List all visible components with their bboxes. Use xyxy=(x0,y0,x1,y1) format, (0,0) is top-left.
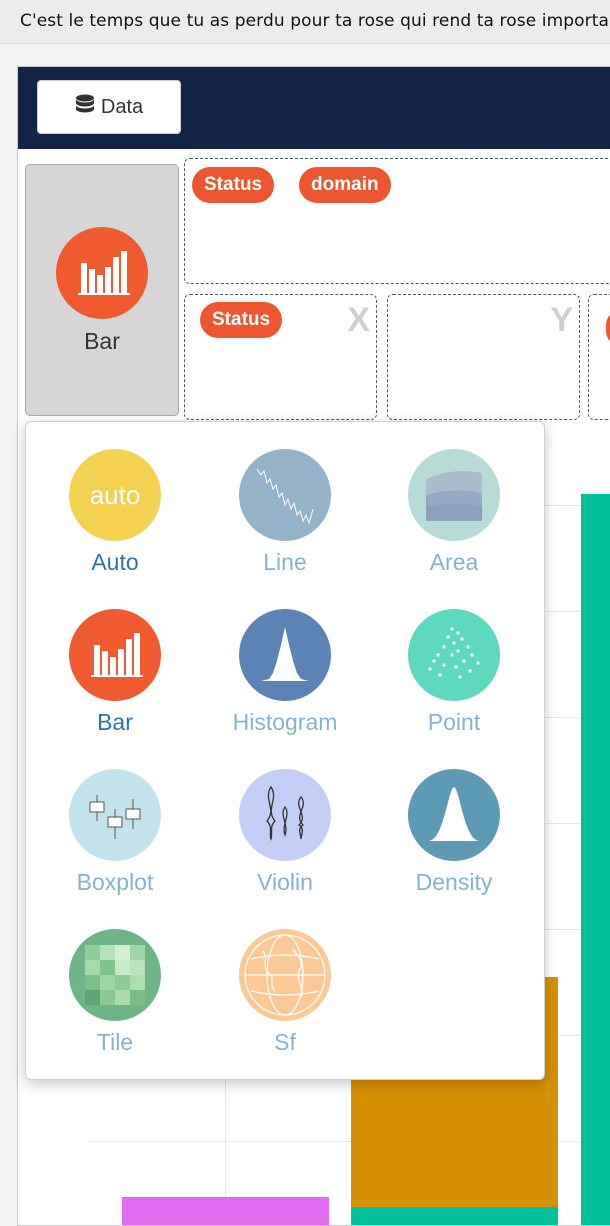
geom-option-tile[interactable]: Tile xyxy=(40,929,190,1069)
geom-option-label: Boxplot xyxy=(76,869,154,895)
bar-chart-icon xyxy=(69,609,161,701)
geom-option-label: Auto xyxy=(91,549,139,575)
histogram-icon xyxy=(239,609,331,701)
chart-bar xyxy=(122,1197,329,1225)
navbar: Data xyxy=(18,67,610,149)
fill-dropzone[interactable] xyxy=(588,294,610,420)
bar-chart-icon xyxy=(56,227,148,324)
density-icon xyxy=(408,769,500,861)
group-dropzone[interactable]: Status domain xyxy=(184,158,610,284)
geom-option-label: Line xyxy=(263,549,307,575)
geom-option-label: Point xyxy=(427,709,481,735)
line-chart-icon xyxy=(239,449,331,541)
variable-pill[interactable]: Status xyxy=(200,302,283,338)
variable-pill[interactable]: domain xyxy=(299,167,391,203)
geom-option-auto[interactable]: auto Auto xyxy=(40,449,190,589)
geom-option-bar[interactable]: Bar xyxy=(40,609,190,749)
data-button-label: Data xyxy=(100,95,144,118)
area-chart-icon xyxy=(408,449,500,541)
data-button[interactable]: Data xyxy=(37,80,181,134)
geom-menu: auto Auto Line Area Bar Histogram Point … xyxy=(25,421,545,1080)
geom-option-label: Density xyxy=(415,869,493,895)
geom-selector-button[interactable]: Bar xyxy=(25,164,179,416)
scatter-icon xyxy=(408,609,500,701)
chart-bar xyxy=(351,1207,558,1225)
chart-bar xyxy=(581,494,610,1225)
geom-option-label: Area xyxy=(429,549,479,575)
quote-text: C'est le temps que tu as perdu pour ta r… xyxy=(20,11,610,31)
geom-option-label: Bar xyxy=(97,709,133,735)
y-dropzone[interactable]: Y xyxy=(387,294,580,420)
y-axis-letter: Y xyxy=(550,301,573,339)
geom-option-label: Tile xyxy=(96,1029,134,1055)
globe-icon xyxy=(239,929,331,1021)
geom-option-histogram[interactable]: Histogram xyxy=(210,609,360,749)
geom-option-line[interactable]: Line xyxy=(210,449,360,589)
geom-selector-label: Bar xyxy=(84,328,120,354)
geom-option-label: Histogram xyxy=(232,709,338,735)
variable-pill[interactable]: Status xyxy=(192,167,275,203)
x-dropzone[interactable]: X Status xyxy=(184,294,377,420)
violin-icon xyxy=(239,769,331,861)
top-bar: C'est le temps que tu as perdu pour ta r… xyxy=(0,0,610,44)
tile-icon xyxy=(69,929,161,1021)
auto-icon: auto xyxy=(69,449,161,541)
geom-option-label: Sf xyxy=(274,1029,296,1055)
variable-pill[interactable] xyxy=(606,310,610,346)
geom-option-boxplot[interactable]: Boxplot xyxy=(40,769,190,909)
geom-option-label: Violin xyxy=(257,869,313,895)
database-icon xyxy=(75,94,95,121)
geom-option-violin[interactable]: Violin xyxy=(210,769,360,909)
geom-option-sf[interactable]: Sf xyxy=(210,929,360,1069)
boxplot-icon xyxy=(69,769,161,861)
svg-text:auto: auto xyxy=(90,480,141,510)
geom-option-density[interactable]: Density xyxy=(379,769,529,909)
geom-option-point[interactable]: Point xyxy=(379,609,529,749)
geom-option-area[interactable]: Area xyxy=(379,449,529,589)
x-axis-letter: X xyxy=(347,301,370,339)
